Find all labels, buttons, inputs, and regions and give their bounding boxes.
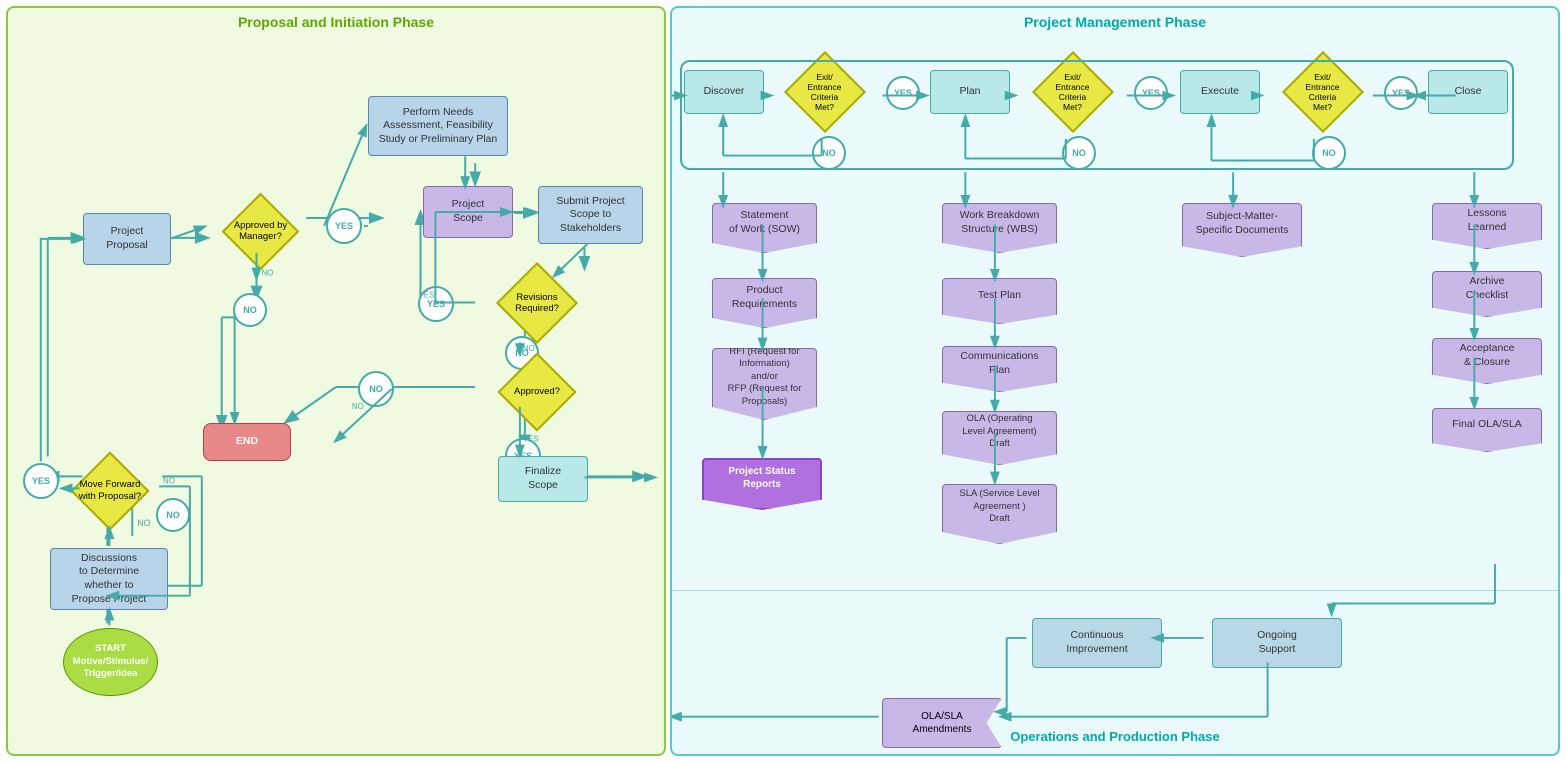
archive-checklist-node: Archive Checklist xyxy=(1432,271,1542,317)
right-panel: Project Management Phase Discover Exit/E… xyxy=(670,6,1560,756)
approved-manager-diamond: Approved byManager? xyxy=(203,196,318,266)
yes-circle-d: YES xyxy=(886,76,920,110)
project-proposal-node: Project Proposal xyxy=(83,213,171,265)
left-panel: Proposal and Initiation Phase NO xyxy=(6,6,666,756)
left-panel-title: Proposal and Initiation Phase xyxy=(8,8,664,32)
rfi-node: RFI (Request for Information) and/or RFP… xyxy=(712,348,817,420)
status-reports-node: Project Status Reports xyxy=(702,458,822,510)
move-forward-diamond: Move Forwardwith Proposal? xyxy=(50,453,170,528)
subject-matter-node: Subject-Matter- Specific Documents xyxy=(1182,203,1302,257)
no-circle-1: NO xyxy=(156,498,190,532)
project-scope-node: Project Scope xyxy=(423,186,513,238)
wbs-node: Work Breakdown Structure (WBS) xyxy=(942,203,1057,253)
ongoing-support-node: Ongoing Support xyxy=(1212,618,1342,668)
yes-circle-1: YES xyxy=(23,463,59,499)
no-circle-d: NO xyxy=(812,136,846,170)
sla-draft-node: SLA (Service Level Agreement ) Draft xyxy=(942,484,1057,544)
end-node: END xyxy=(203,423,291,461)
finalize-scope-node: Finalize Scope xyxy=(498,456,588,502)
yes-circle-e: YES xyxy=(1384,76,1418,110)
no-circle-e: NO xyxy=(1312,136,1346,170)
revisions-diamond: RevisionsRequired? xyxy=(473,263,601,343)
plan-node: Plan xyxy=(930,70,1010,114)
right-panel-title: Project Management Phase xyxy=(672,8,1558,32)
close-node: Close xyxy=(1428,70,1508,114)
ola-draft-node: OLA (Operating Level Agreement) Draft xyxy=(942,411,1057,465)
main-container: Proposal and Initiation Phase NO xyxy=(0,0,1566,762)
test-plan-node: Test Plan xyxy=(942,278,1057,324)
sow-node: Statement of Work (SOW) xyxy=(712,203,817,253)
final-ola-sla-node: Final OLA/SLA xyxy=(1432,408,1542,452)
no-circle-p: NO xyxy=(1062,136,1096,170)
lessons-learned-node: Lessons Learned xyxy=(1432,203,1542,249)
ops-phase-title: Operations and Production Phase xyxy=(672,729,1558,744)
discover-node: Discover xyxy=(684,70,764,114)
start-node: START Motive/Stimulus/ Trigger/Idea xyxy=(63,628,158,696)
no-circle-2: NO xyxy=(233,293,267,327)
yes-circle-p: YES xyxy=(1134,76,1168,110)
no-circle-4: NO xyxy=(358,371,394,407)
separator xyxy=(672,590,1558,591)
yes-circle-2: YES xyxy=(326,208,362,244)
perform-needs-node: Perform Needs Assessment, Feasibility St… xyxy=(368,96,508,156)
continuous-improvement-node: Continuous Improvement xyxy=(1032,618,1162,668)
exit-entrance-1-diamond: Exit/EntranceCriteriaMet? xyxy=(772,56,877,128)
exit-entrance-3-diamond: Exit/EntranceCriteriaMet? xyxy=(1270,56,1375,128)
submit-scope-node: Submit Project Scope to Stakeholders xyxy=(538,186,643,244)
execute-node: Execute xyxy=(1180,70,1260,114)
exit-entrance-2-diamond: Exit/EntranceCriteriaMet? xyxy=(1020,56,1125,128)
yes-circle-3: YES xyxy=(418,286,454,322)
svg-text:NO: NO xyxy=(352,402,364,411)
acceptance-closure-node: Acceptance & Closure xyxy=(1432,338,1542,384)
product-reqs-node: Product Requirements xyxy=(712,278,817,328)
discussions-node: Discussions to Determine whether to Prop… xyxy=(50,548,168,610)
svg-text:NO: NO xyxy=(261,269,273,278)
comms-plan-node: Communications Plan xyxy=(942,346,1057,392)
approved-diamond: Approved? xyxy=(473,353,601,431)
